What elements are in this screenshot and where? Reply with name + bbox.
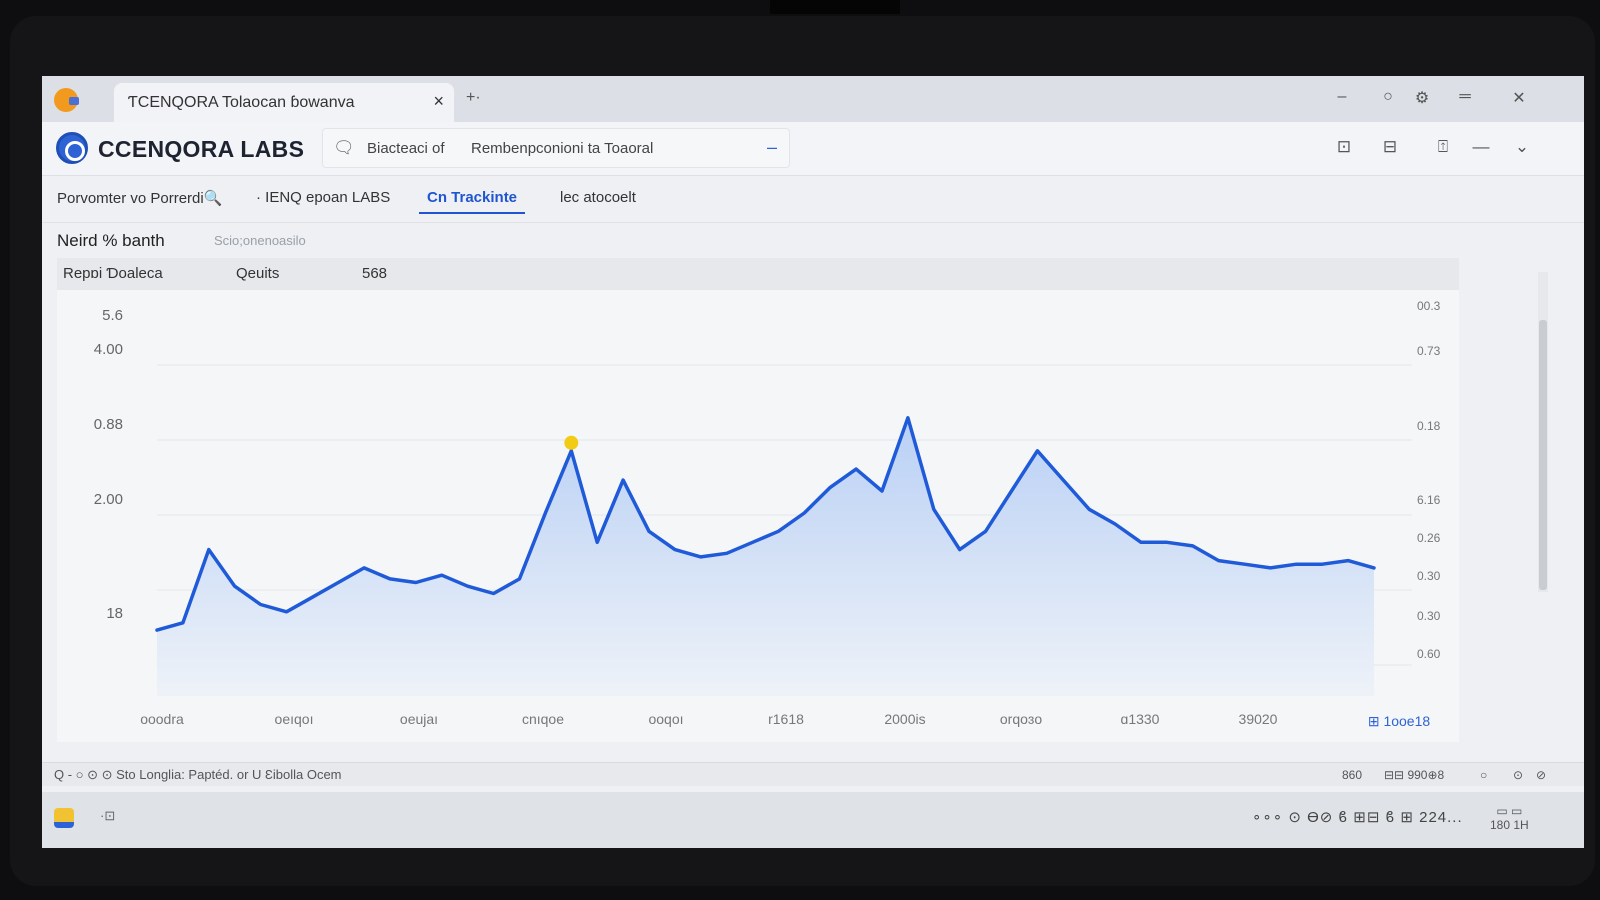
status-text: Q - ○ ⊙ ⊙ Sto Longlia: Paptéd. or U Ɛibo…: [54, 767, 342, 782]
x-tick: ɑ1330: [1121, 711, 1160, 727]
taskbar-app-icon[interactable]: ·⊡: [100, 808, 115, 824]
tab-tracking[interactable]: Cn Trackinte: [419, 189, 526, 214]
summary-value: 568: [362, 265, 388, 282]
clock[interactable]: ▭ ▭ 180 1H: [1490, 804, 1529, 832]
x-tick: cnıqoe: [522, 711, 564, 727]
tab-overview[interactable]: Porvomter vo Porrerdi🔍: [57, 189, 222, 213]
system-tray[interactable]: ∘∘∘ ⊙ Ɵ⊘ ϐ ⊞⊟ ϐ ⊞ 224...: [1252, 808, 1463, 826]
y-tick-left: 4.00: [94, 341, 123, 358]
summary-key: Qeuits: [236, 265, 280, 282]
status-bar: Q - ○ ⊙ ⊙ Sto Longlia: Paptéd. or U Ɛibo…: [42, 762, 1584, 786]
y-tick-right: 00.3: [1417, 299, 1441, 313]
summary-label: Repɒi Ɗoaleca: [63, 265, 163, 282]
y-tick-right: 6.16: [1417, 493, 1441, 507]
tab-title: ƬCENQORA Tolaocan ɓowanva: [128, 94, 355, 111]
status-target-icon[interactable]: ⊙: [1513, 768, 1523, 782]
chat-icon: 🗨: [333, 138, 355, 157]
image-icon[interactable]: ⊡: [1332, 137, 1356, 157]
y-tick-right: 0.73: [1417, 344, 1441, 358]
layout-icon[interactable]: ⊟: [1378, 137, 1402, 157]
chart-area-fill: [157, 417, 1374, 696]
status-circle-icon[interactable]: ○: [1480, 768, 1487, 782]
close-window-icon[interactable]: ✕: [1507, 88, 1531, 108]
app-header: CCENQORA LABS 🗨 Biacteaci of Rembenpconi…: [42, 122, 1584, 176]
status-count: 860: [1342, 768, 1363, 782]
browser-titlebar: ƬCENQORA Tolaocan ɓowanva × +· – ○ ⚙ ═ ✕: [42, 76, 1584, 122]
brand-logo-icon: [56, 132, 88, 164]
start-button-icon[interactable]: [54, 808, 74, 828]
y-tick-left: 2.00: [94, 491, 123, 508]
y-tick-right: 0.26: [1417, 531, 1441, 545]
x-tick: orqoɜo: [1000, 711, 1042, 727]
summary-row: Repɒi Ɗoaleca Qeuits 568: [57, 258, 1459, 290]
clock-date: 180 1H: [1490, 818, 1529, 832]
screen: ƬCENQORA Tolaocan ɓowanva × +· – ○ ⚙ ═ ✕…: [42, 76, 1584, 848]
y-tick-left: 5.6: [102, 307, 123, 324]
search-input[interactable]: Rembenpconioni ta Toaoral: [471, 140, 653, 157]
clock-time: ▭ ▭: [1496, 804, 1523, 818]
brand-name: CCENQORA LABS: [98, 136, 305, 162]
menu-icon[interactable]: ═: [1453, 88, 1477, 106]
monitor-bezel: ƬCENQORA Tolaocan ɓowanva × +· – ○ ⚙ ═ ✕…: [10, 16, 1595, 886]
scrollbar-thumb[interactable]: [1539, 320, 1547, 590]
y-tick-left: 0.88: [94, 416, 123, 433]
y-tick-left: 18: [106, 605, 123, 622]
x-tick: ooqoı: [648, 711, 683, 727]
browser-tab[interactable]: ƬCENQORA Tolaocan ɓowanva ×: [114, 83, 454, 122]
search-circle-icon[interactable]: ○: [1376, 88, 1400, 106]
x-tick: oeıqoı: [275, 711, 314, 727]
status-block-icon[interactable]: ⊘: [1536, 768, 1546, 782]
section-title: Neird % banth: [57, 231, 165, 250]
status-toggle[interactable]: ⊟⊟ 990⊕8: [1384, 768, 1444, 782]
taskbar: ·⊡ ∘∘∘ ⊙ Ɵ⊘ ϐ ⊞⊟ ϐ ⊞ 224... ▭ ▭ 180 1H: [42, 792, 1584, 848]
app-badge-icon[interactable]: [54, 88, 79, 112]
x-tick: oeujaı: [400, 711, 438, 727]
monitor-top-edge: [770, 0, 900, 14]
search-box[interactable]: 🗨 Biacteaci of Rembenpconioni ta Toaoral…: [322, 128, 790, 168]
area-chart[interactable]: 5.6 4.00 0.88 2.00 18 00.3 0.73 0.18 6.16 0.26 0.…: [57, 290, 1459, 742]
new-tab-button[interactable]: +·: [466, 89, 481, 107]
minimize-icon[interactable]: –: [1330, 88, 1354, 106]
x-tick: r1618: [768, 711, 804, 727]
settings-icon[interactable]: ⚙: [1410, 88, 1434, 108]
chevron-down-icon[interactable]: ⌄: [1510, 137, 1534, 157]
nav-tabs: Porvomter vo Porrerdi🔍 · IENQ epoan LABS…: [42, 177, 1584, 223]
share-icon[interactable]: ⍐: [1431, 137, 1455, 157]
x-tick-extra[interactable]: ⊞ 1ooe18: [1368, 713, 1431, 729]
tab-close-icon[interactable]: ×: [433, 91, 444, 112]
y-tick-right: 0.30: [1417, 569, 1441, 583]
section-subtitle: Scio;onenoasilo: [214, 233, 306, 248]
y-tick-right: 0.60: [1417, 647, 1441, 661]
x-tick: 39020: [1239, 711, 1278, 727]
y-tick-right: 0.18: [1417, 419, 1441, 433]
minus-icon[interactable]: —: [1469, 137, 1493, 157]
tab-account[interactable]: Ɩec atocoelt: [560, 189, 636, 212]
y-tick-right: 0.30: [1417, 609, 1441, 623]
x-tick: ooodra: [140, 711, 184, 727]
peak-marker[interactable]: [564, 435, 579, 450]
x-tick: 2000is: [884, 711, 925, 727]
chart-panel: 5.6 4.00 0.88 2.00 18 00.3 0.73 0.18 6.16 0.26 0.…: [57, 290, 1459, 742]
tab-labs[interactable]: · IENQ epoan LABS: [256, 189, 390, 212]
collapse-icon[interactable]: –: [767, 137, 777, 158]
search-scope: Biacteaci of: [367, 140, 445, 157]
